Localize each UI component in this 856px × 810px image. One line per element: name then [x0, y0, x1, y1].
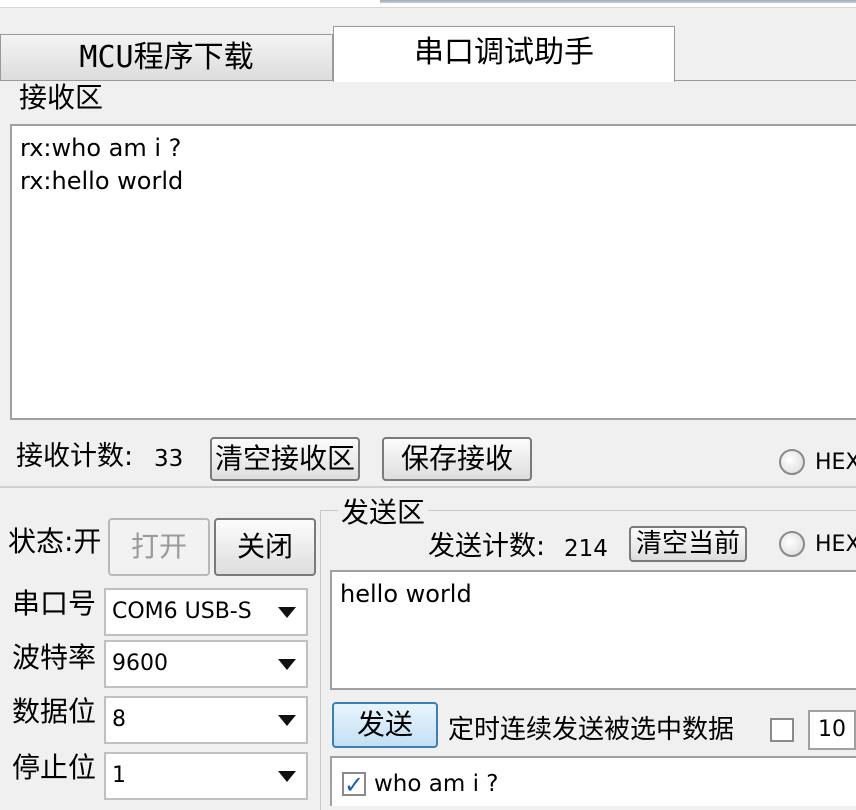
save-receive-button[interactable]: 保存接收 [382, 437, 532, 481]
section-separator [0, 486, 856, 488]
receive-group-label: 接收区 [16, 82, 107, 114]
port-number-select[interactable]: COM6 USB-S [104, 588, 308, 636]
port-number-value: COM6 USB-S [112, 599, 252, 624]
port-number-label: 串口号 [12, 587, 97, 620]
clear-receive-button[interactable]: 清空接收区 [210, 437, 360, 481]
send-count-value: 214 [564, 536, 608, 562]
send-interval-input[interactable]: 10 [808, 710, 856, 750]
stop-bits-value: 1 [112, 763, 126, 788]
send-count-label: 发送计数: [428, 531, 546, 562]
send-group-label: 发送区 [338, 497, 429, 529]
baud-rate-select[interactable]: 9600 [104, 640, 308, 688]
chevron-down-icon [278, 715, 296, 726]
timed-send-checkbox[interactable] [770, 718, 794, 742]
baud-rate-value: 9600 [112, 651, 168, 676]
chevron-down-icon [278, 659, 296, 670]
stop-bits-label: 停止位 [12, 751, 97, 784]
send-hex-radio[interactable] [779, 531, 805, 557]
data-bits-value: 8 [112, 707, 126, 732]
chevron-down-icon [278, 607, 296, 618]
port-status-label: 状态:开 [8, 525, 102, 558]
open-port-button[interactable]: 打开 [108, 518, 210, 576]
data-bits-select[interactable]: 8 [104, 696, 308, 744]
data-bits-label: 数据位 [12, 695, 97, 728]
window-top-strip [0, 0, 856, 8]
receive-count-label: 接收计数: [16, 441, 134, 472]
receive-hex-radio[interactable] [779, 449, 805, 475]
receive-line: rx:hello world [20, 167, 184, 195]
tab-serial-assistant[interactable]: 串口调试助手 [333, 26, 675, 82]
send-list-item-label[interactable]: who am i ? [374, 768, 499, 800]
chevron-down-icon [278, 771, 296, 782]
clear-send-button[interactable]: 清空当前 [629, 526, 747, 562]
send-list[interactable]: ✓ who am i ? [330, 756, 856, 806]
receive-count-value: 33 [154, 446, 184, 472]
send-button[interactable]: 发送 [332, 702, 438, 748]
send-textarea[interactable]: hello world [330, 570, 856, 690]
title-bar-edge [380, 0, 856, 3]
receive-line: rx:who am i ? [20, 134, 182, 162]
baud-rate-label: 波特率 [12, 641, 97, 674]
receive-hex-label: HEX [815, 450, 856, 475]
send-hex-label: HEX [815, 532, 856, 557]
timed-send-label: 定时连续发送被选中数据 [448, 715, 735, 745]
tab-mcu-download[interactable]: MCU程序下载 [0, 34, 333, 80]
close-port-button[interactable]: 关闭 [214, 518, 316, 576]
send-list-item-checkbox[interactable]: ✓ [342, 772, 366, 797]
stop-bits-select[interactable]: 1 [104, 752, 308, 800]
receive-textarea[interactable]: rx:who am i ? rx:hello world [10, 124, 856, 420]
